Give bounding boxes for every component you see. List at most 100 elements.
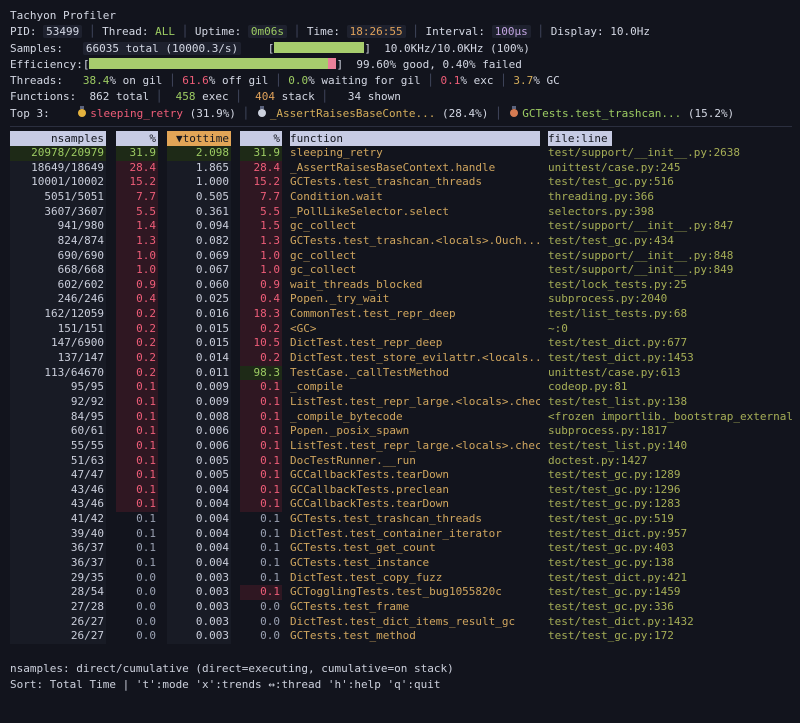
column-gap	[540, 468, 548, 483]
column-gap	[158, 190, 167, 205]
column-gap	[231, 234, 240, 249]
column-gap	[282, 161, 290, 176]
column-gap	[158, 263, 167, 278]
table-row[interactable]: 36/370.10.0040.1GCTests.test_get_countte…	[10, 541, 792, 556]
table-row[interactable]: 43/460.10.0040.1GCCallbackTests.preclean…	[10, 483, 792, 498]
column-header-file-line-bg: file:line	[548, 131, 612, 146]
table-row[interactable]: 29/350.00.0030.1DictTest.test_copy_fuzzt…	[10, 571, 792, 586]
column-gap	[231, 307, 240, 322]
table-row[interactable]: 162/120590.20.01618.3CommonTest.test_rep…	[10, 307, 792, 322]
table-row[interactable]: 51/630.10.0050.1DocTestRunner.__rundocte…	[10, 454, 792, 469]
table-row[interactable]: 26/270.00.0030.0GCTests.test_methodtest/…	[10, 629, 792, 644]
table-row[interactable]: 95/950.10.0090.1_compilecodeop.py:81	[10, 380, 792, 395]
cell-nsamples: 162/12059	[10, 307, 106, 322]
table-row[interactable]: 26/270.00.0030.0DictTest.test_dict_items…	[10, 615, 792, 630]
cell-file-line: test/test_gc.py:434	[548, 234, 792, 249]
table-row[interactable]: 824/8741.30.0821.3GCTests.test_trashcan.…	[10, 234, 792, 249]
cell-cumulative-pct: 1.5	[240, 219, 282, 234]
table-row[interactable]: 10001/1000215.21.00015.2GCTests.test_tra…	[10, 175, 792, 190]
column-gap	[158, 483, 167, 498]
cell-cumulative-pct: 1.3	[240, 234, 282, 249]
cell-cumulative-pct: 0.1	[240, 527, 282, 542]
table-row[interactable]: 668/6681.00.0671.0gc_collecttest/support…	[10, 263, 792, 278]
top3-function-pct: (28.4%)	[435, 107, 488, 120]
table-row[interactable]: 41/420.10.0040.1GCTests.test_trashcan_th…	[10, 512, 792, 527]
cell-nsamples: 26/27	[10, 615, 106, 630]
column-gap	[282, 571, 290, 586]
functions-value: 34	[335, 90, 362, 103]
table-row[interactable]: 27/280.00.0030.0GCTests.test_frametest/t…	[10, 600, 792, 615]
cell-cumulative-pct: 0.1	[240, 410, 282, 425]
threads-value: % off gil	[209, 74, 269, 87]
table-row[interactable]: 84/950.10.0080.1_compile_bytecode<frozen…	[10, 410, 792, 425]
column-gap	[158, 468, 167, 483]
table-row[interactable]: 147/69000.20.01510.5DictTest.test_repr_d…	[10, 336, 792, 351]
table-row[interactable]: 113/646700.20.01198.3TestCase._callTestM…	[10, 366, 792, 381]
functions-value: 862	[89, 90, 109, 103]
cell-tottime: 0.003	[167, 629, 231, 644]
table-row[interactable]: 39/400.10.0040.1DictTest.test_container_…	[10, 527, 792, 542]
cell-function: wait_threads_blocked	[290, 278, 540, 293]
table-row[interactable]: 602/6020.90.0600.9wait_threads_blockedte…	[10, 278, 792, 293]
cell-direct-pct: 0.2	[116, 322, 158, 337]
table-row[interactable]: 690/6901.00.0691.0gc_collecttest/support…	[10, 249, 792, 264]
column-gap	[282, 556, 290, 571]
cell-file-line: test/test_gc.py:1459	[548, 585, 792, 600]
table-row[interactable]: 3607/36075.50.3615.5_PollLikeSelector.se…	[10, 205, 792, 220]
cell-file-line: test/support/__init__.py:2638	[548, 146, 792, 161]
column-header-%[interactable]: %	[240, 131, 282, 146]
table-row[interactable]: 5051/50517.70.5057.7Condition.waitthread…	[10, 190, 792, 205]
top3-line: Top 3: sleeping_retry (31.9%) │ _AssertR…	[10, 106, 792, 122]
efficiency-summary: 99.60% good, 0.40% failed	[356, 58, 522, 71]
cell-cumulative-pct: 1.0	[240, 249, 282, 264]
separator-pipe: │	[149, 90, 169, 103]
table-row[interactable]: 92/920.10.0090.1ListTest.test_repr_large…	[10, 395, 792, 410]
table-row[interactable]: 137/1470.20.0140.2DictTest.test_store_ev…	[10, 351, 792, 366]
column-gap	[540, 424, 548, 439]
column-header-function[interactable]: function	[290, 131, 540, 146]
threads-value: % GC	[533, 74, 560, 87]
cell-direct-pct: 0.1	[116, 395, 158, 410]
table-row[interactable]: 246/2460.40.0250.4Popen._try_waitsubproc…	[10, 292, 792, 307]
column-gap	[282, 410, 290, 425]
cell-tottime: 0.082	[167, 234, 231, 249]
column-header-%[interactable]: %	[116, 131, 158, 146]
column-header-file-line[interactable]: file:line	[548, 131, 792, 146]
column-header-tottime[interactable]: ▼tottime	[167, 131, 231, 146]
cell-function: GCTogglingTests.test_bug1055820c	[290, 585, 540, 600]
table-row[interactable]: 47/470.10.0050.1GCCallbackTests.tearDown…	[10, 468, 792, 483]
table-row[interactable]: 28/540.00.0030.1GCTogglingTests.test_bug…	[10, 585, 792, 600]
functions-line: Functions: 862 total │ 458 exec │ 404 st…	[10, 89, 792, 105]
cell-function: DictTest.test_dict_items_result_gc	[290, 615, 540, 630]
cell-file-line: test/test_list.py:138	[548, 395, 792, 410]
samples-bar-fill	[274, 42, 364, 53]
table-row[interactable]: 20978/2097931.92.09831.9sleeping_retryte…	[10, 146, 792, 161]
table-row[interactable]: 941/9801.40.0941.5gc_collecttest/support…	[10, 219, 792, 234]
column-gap	[158, 410, 167, 425]
column-gap	[282, 249, 290, 264]
table-row[interactable]: 43/460.10.0040.1GCCallbackTests.tearDown…	[10, 497, 792, 512]
column-gap	[540, 336, 548, 351]
cell-function: gc_collect	[290, 219, 540, 234]
column-header-nsamples[interactable]: nsamples	[10, 131, 106, 146]
threads-value: 0.0	[288, 74, 308, 87]
column-gap	[158, 585, 167, 600]
table-row[interactable]: 151/1510.20.0150.2<GC>~:0	[10, 322, 792, 337]
status-value: Uptime:	[195, 25, 248, 38]
table-row[interactable]: 60/610.10.0060.1Popen._posix_spawnsubpro…	[10, 424, 792, 439]
column-gap	[158, 571, 167, 586]
column-gap	[158, 131, 167, 146]
column-gap	[540, 307, 548, 322]
cell-function: ListTest.test_repr_large.<locals>.check	[290, 439, 540, 454]
cell-cumulative-pct: 0.1	[240, 483, 282, 498]
separator-pipe: │	[287, 25, 307, 38]
table-row[interactable]: 55/550.10.0060.1ListTest.test_repr_large…	[10, 439, 792, 454]
table-row[interactable]: 36/370.10.0040.1GCTests.test_instancetes…	[10, 556, 792, 571]
table-row[interactable]: 18649/1864928.41.86528.4_AssertRaisesBas…	[10, 161, 792, 176]
cell-cumulative-pct: 10.5	[240, 336, 282, 351]
column-gap	[231, 366, 240, 381]
cell-cumulative-pct: 5.5	[240, 205, 282, 220]
column-gap	[106, 527, 116, 542]
cell-tottime: 0.009	[167, 395, 231, 410]
column-gap	[158, 541, 167, 556]
